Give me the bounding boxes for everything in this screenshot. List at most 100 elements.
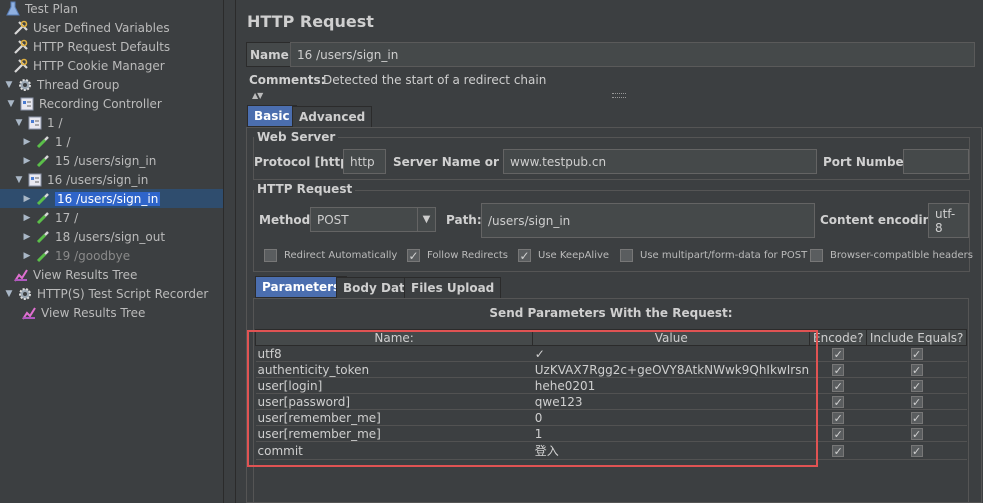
path-field[interactable]: /users/sign_in <box>481 203 815 238</box>
server-field[interactable]: www.testpub.cn <box>503 149 817 174</box>
tab-basic[interactable]: Basic <box>247 105 297 127</box>
tree-item[interactable]: View Results Tree <box>0 265 223 284</box>
collapse-arrows-icon[interactable]: ▲▼ <box>252 91 263 100</box>
param-name-cell[interactable]: authenticity_token <box>255 361 533 378</box>
checked-box-icon[interactable]: ✓ <box>407 249 420 262</box>
collapsed-toggle-icon[interactable]: ▶ <box>22 137 32 147</box>
column-header-include-equals[interactable]: Include Equals? <box>866 329 967 346</box>
tree-item[interactable]: View Results Tree <box>0 303 223 322</box>
method-select[interactable]: POST ▼ <box>310 207 436 232</box>
tree-item[interactable]: ▼ 16 /users/sign_in <box>0 170 223 189</box>
include-equals-cell[interactable]: ✓ <box>866 409 967 426</box>
tab-advanced[interactable]: Advanced <box>292 106 373 128</box>
include-equals-checkbox[interactable]: ✓ <box>910 395 923 408</box>
chevron-down-icon[interactable]: ▼ <box>417 208 435 231</box>
encode-checkbox[interactable]: ✓ <box>832 379 845 392</box>
encode-checkbox[interactable]: ✓ <box>832 411 845 424</box>
param-name-cell[interactable]: user[password] <box>255 393 533 410</box>
tree-item[interactable]: ▼ Recording Controller <box>0 94 223 113</box>
tree-item[interactable]: User Defined Variables <box>0 18 223 37</box>
encode-cell[interactable]: ✓ <box>809 377 867 394</box>
tree-item[interactable]: HTTP Cookie Manager <box>0 56 223 75</box>
include-equals-checkbox[interactable]: ✓ <box>910 379 923 392</box>
param-value-cell[interactable]: qwe123 <box>532 393 810 410</box>
expanded-toggle-icon[interactable]: ▼ <box>4 80 14 90</box>
encode-checkbox[interactable]: ✓ <box>832 347 845 360</box>
name-field[interactable]: 16 /users/sign_in <box>290 42 975 67</box>
tree-item[interactable]: ▶ 16 /users/sign_in <box>0 189 223 208</box>
tree-item[interactable]: ▼ HTTP(S) Test Script Recorder <box>0 284 223 303</box>
param-value-cell[interactable]: 1 <box>532 425 810 442</box>
param-name-cell[interactable]: commit <box>255 441 533 460</box>
collapsed-toggle-icon[interactable]: ▶ <box>22 251 32 261</box>
param-value-cell[interactable]: hehe0201 <box>532 377 810 394</box>
table-row[interactable]: user[remember_me] 0 ✓ ✓ <box>255 409 967 426</box>
tree-item[interactable]: Test Plan <box>0 0 223 18</box>
test-plan-tree[interactable]: Test Plan User Defined Variables HTTP Requ… <box>0 0 224 503</box>
param-name-cell[interactable]: user[remember_me] <box>255 425 533 442</box>
tree-item[interactable]: HTTP Request Defaults <box>0 37 223 56</box>
param-value-cell[interactable]: 登入 <box>532 441 810 460</box>
param-value-cell[interactable]: 0 <box>532 409 810 426</box>
table-row[interactable]: utf8 ✓ ✓ ✓ <box>255 345 967 362</box>
encode-cell[interactable]: ✓ <box>809 409 867 426</box>
encode-cell[interactable]: ✓ <box>809 393 867 410</box>
encode-checkbox[interactable]: ✓ <box>832 427 845 440</box>
encode-checkbox[interactable]: ✓ <box>832 363 845 376</box>
option-checkbox[interactable]: ✓ Follow Redirects <box>407 249 508 262</box>
table-row[interactable]: user[password] qwe123 ✓ ✓ <box>255 393 967 410</box>
unchecked-box-icon[interactable] <box>810 249 823 262</box>
parameters-table[interactable]: Name: Value Encode? Include Equals? utf8… <box>254 329 967 460</box>
collapsed-toggle-icon[interactable]: ▶ <box>22 194 32 204</box>
include-equals-cell[interactable]: ✓ <box>866 441 967 460</box>
table-row[interactable]: user[remember_me] 1 ✓ ✓ <box>255 425 967 442</box>
option-checkbox[interactable]: Use multipart/form-data for POST <box>620 249 807 262</box>
tree-item[interactable]: ▶ 18 /users/sign_out <box>0 227 223 246</box>
param-name-cell[interactable]: user[remember_me] <box>255 409 533 426</box>
tab-parameters[interactable]: Parameters <box>255 276 348 298</box>
encode-checkbox[interactable]: ✓ <box>832 444 845 457</box>
collapsed-toggle-icon[interactable]: ▶ <box>22 156 32 166</box>
protocol-field[interactable]: http <box>343 149 386 174</box>
panel-splitter[interactable] <box>224 0 236 503</box>
column-header-value[interactable]: Value <box>532 329 811 346</box>
include-equals-checkbox[interactable]: ✓ <box>910 411 923 424</box>
encode-checkbox[interactable]: ✓ <box>832 395 845 408</box>
option-checkbox[interactable]: Redirect Automatically <box>264 249 397 262</box>
port-field[interactable] <box>903 149 969 174</box>
param-value-cell[interactable]: ✓ <box>532 345 810 362</box>
param-name-cell[interactable]: utf8 <box>255 345 533 362</box>
encode-cell[interactable]: ✓ <box>809 361 867 378</box>
include-equals-cell[interactable]: ✓ <box>866 345 967 362</box>
param-value-cell[interactable]: UzKVAX7Rgg2c+geOVY8AtkNWwk9QhIkwIrsn1a..… <box>532 361 810 378</box>
option-checkbox[interactable]: Browser-compatible headers <box>810 249 973 262</box>
tree-item[interactable]: ▶ 15 /users/sign_in <box>0 151 223 170</box>
encode-cell[interactable]: ✓ <box>809 425 867 442</box>
encode-cell[interactable]: ✓ <box>809 441 867 460</box>
table-row[interactable]: authenticity_token UzKVAX7Rgg2c+geOVY8Atk… <box>255 361 967 378</box>
tree-item[interactable]: ▼ Thread Group <box>0 75 223 94</box>
expanded-toggle-icon[interactable]: ▼ <box>14 175 24 185</box>
include-equals-cell[interactable]: ✓ <box>866 393 967 410</box>
table-row[interactable]: commit 登入 ✓ ✓ <box>255 441 967 460</box>
tab-files-upload[interactable]: Files Upload <box>404 277 502 299</box>
include-equals-cell[interactable]: ✓ <box>866 425 967 442</box>
expanded-toggle-icon[interactable]: ▼ <box>4 289 14 299</box>
include-equals-cell[interactable]: ✓ <box>866 361 967 378</box>
include-equals-checkbox[interactable]: ✓ <box>910 363 923 376</box>
tree-item[interactable]: ▶ 1 / <box>0 132 223 151</box>
encoding-field[interactable]: utf-8 <box>928 203 969 238</box>
option-checkbox[interactable]: ✓ Use KeepAlive <box>518 249 609 262</box>
expanded-toggle-icon[interactable]: ▼ <box>6 99 16 109</box>
checked-box-icon[interactable]: ✓ <box>518 249 531 262</box>
tree-item[interactable]: ▶ 19 /goodbye <box>0 246 223 265</box>
collapsed-toggle-icon[interactable]: ▶ <box>22 232 32 242</box>
include-equals-cell[interactable]: ✓ <box>866 377 967 394</box>
expanded-toggle-icon[interactable]: ▼ <box>14 118 24 128</box>
collapsed-toggle-icon[interactable]: ▶ <box>22 213 32 223</box>
drag-grip-icon[interactable] <box>612 93 626 98</box>
tree-item[interactable]: ▼ 1 / <box>0 113 223 132</box>
encode-cell[interactable]: ✓ <box>809 345 867 362</box>
unchecked-box-icon[interactable] <box>620 249 633 262</box>
column-header-name[interactable]: Name: <box>254 329 534 346</box>
